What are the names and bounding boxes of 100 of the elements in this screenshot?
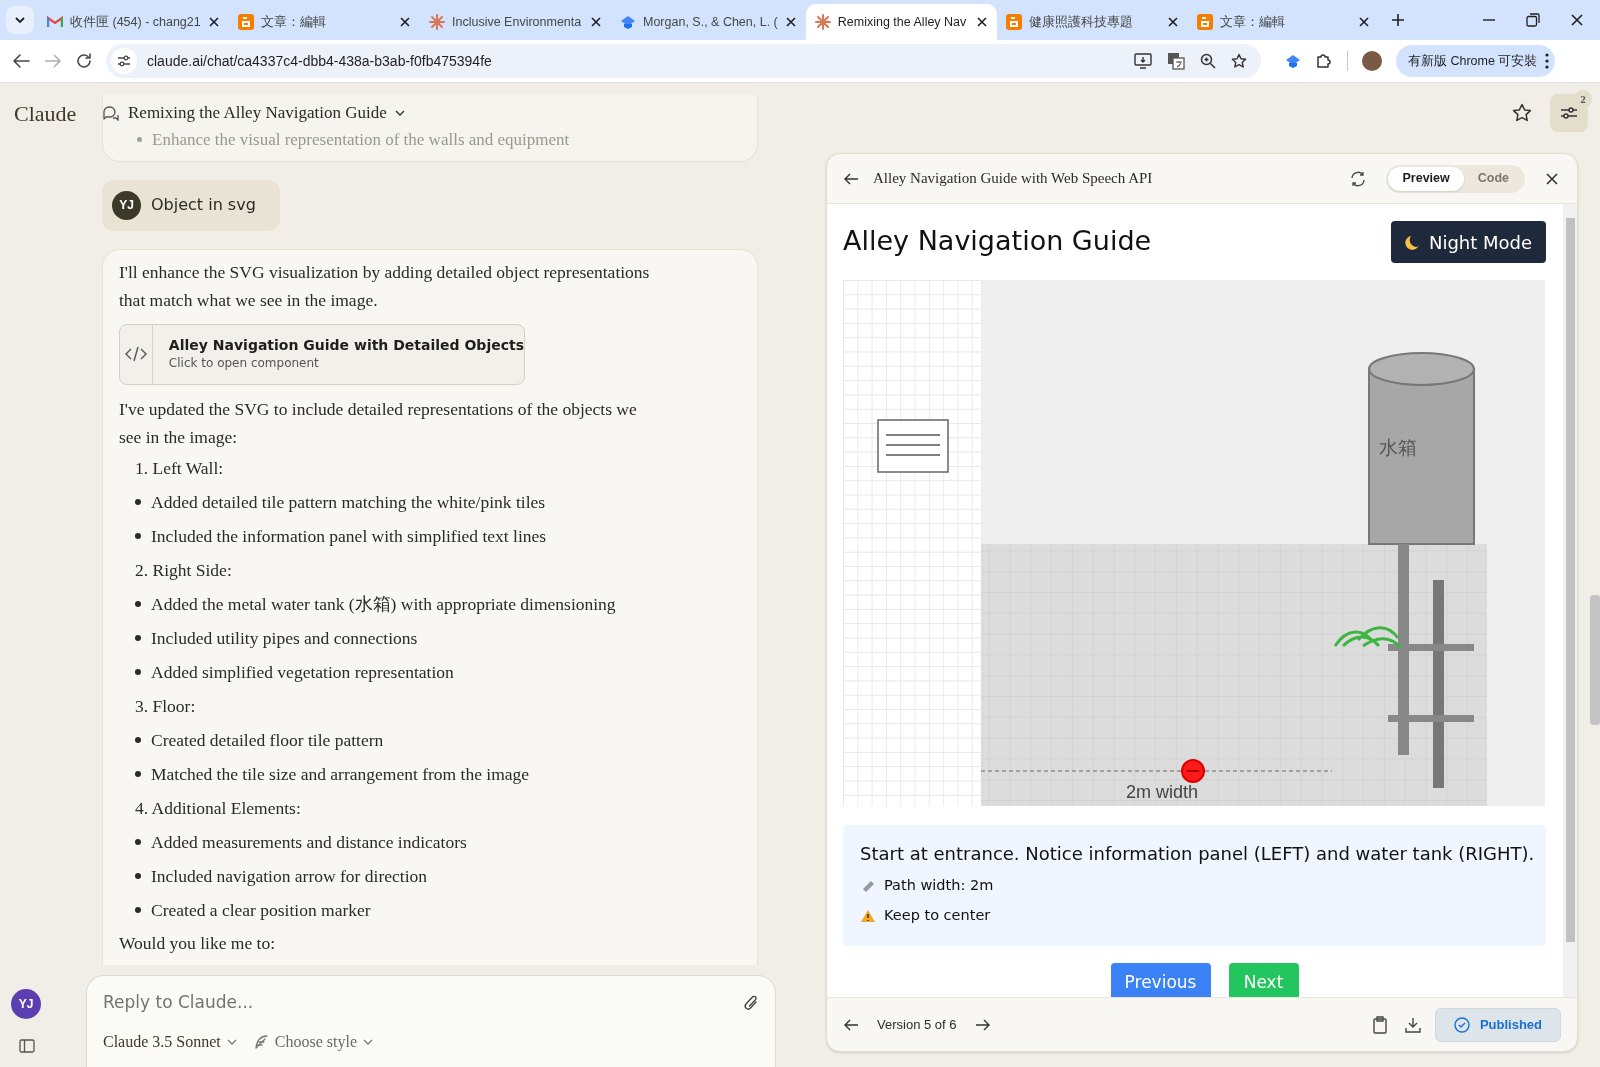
published-button[interactable]: Published: [1434, 1007, 1561, 1042]
list-item: Matched the tile size and arrangement from the image: [151, 762, 530, 786]
bullet-icon: [135, 838, 141, 845]
model-selector[interactable]: Claude 3.5 Sonnet: [103, 1029, 237, 1054]
paperclip-icon[interactable]: [743, 993, 759, 1012]
message-paragraph: I've updated the SVG to include detailed representations of the objects we see in the image:: [119, 397, 638, 449]
close-icon[interactable]: [975, 16, 988, 28]
list-item: 2. Right Side:: [135, 558, 232, 582]
bullet-icon: [135, 872, 141, 879]
refresh-icon[interactable]: [1350, 170, 1367, 187]
address-bar[interactable]: claude.ai/chat/ca4337c4-dbb4-438a-b3ab-f0fb475394fe: [106, 44, 1261, 78]
scrollbar[interactable]: [1563, 204, 1577, 997]
star-icon[interactable]: [1231, 53, 1247, 69]
translate-icon[interactable]: [1167, 52, 1185, 70]
back-icon[interactable]: [843, 171, 859, 186]
bullet-icon: [135, 906, 141, 913]
bullet-icon: [135, 736, 141, 743]
notification-badge: 2: [1574, 90, 1592, 108]
code-icon: [123, 345, 148, 363]
browser-tab[interactable]: 文章：編輯: [229, 4, 420, 40]
note-text: Path width: 2m: [884, 876, 994, 896]
list-item: 1. Left Wall:: [135, 456, 224, 480]
artifact-panel-title: Alley Navigation Guide with Web Speech API: [873, 169, 1154, 189]
bullet-icon: [135, 770, 141, 777]
bullet-icon: [135, 600, 141, 607]
tab-title: Remixing the Alley Nav: [837, 13, 968, 31]
view-tab[interactable]: Code: [1463, 166, 1523, 191]
list-item: Added measurements and distance indicators: [151, 830, 467, 854]
download-icon[interactable]: [1404, 1016, 1421, 1033]
user-avatar[interactable]: YJ: [11, 989, 41, 1019]
star-icon[interactable]: [1512, 103, 1532, 123]
view-tab[interactable]: Preview: [1388, 166, 1464, 191]
spark-icon: [814, 14, 831, 30]
close-icon[interactable]: [399, 16, 411, 28]
previous-button[interactable]: Previous: [1110, 963, 1211, 997]
close-icon[interactable]: [1357, 16, 1370, 28]
tab-title: 收件匣 (454) - chang21: [70, 13, 201, 31]
chevron-down-icon: [14, 16, 26, 24]
blog-icon: [238, 14, 254, 30]
bullet-icon: [137, 137, 142, 143]
message-text: Object in svg: [151, 194, 256, 216]
zoom-icon[interactable]: [1200, 53, 1216, 69]
artifact-card[interactable]: Alley Navigation Guide with Detailed Objects Click to open component: [119, 323, 525, 385]
version-label: Version 5 of 6: [877, 1015, 957, 1034]
browser-tab[interactable]: 文章：編輯: [1187, 4, 1379, 40]
feather-icon: [252, 1033, 269, 1050]
note-text: Keep to center: [884, 906, 991, 926]
clipboard-icon[interactable]: [1372, 1015, 1387, 1034]
list-item: Created a clear position marker: [151, 898, 371, 922]
list-item: Added detailed tile pattern matching the white/pink tiles: [151, 490, 546, 514]
browser-tab[interactable]: Remixing the Alley Nav: [805, 4, 997, 40]
close-icon[interactable]: [784, 16, 797, 28]
sidebar-icon[interactable]: [19, 1039, 35, 1053]
browser-tab[interactable]: 收件匣 (454) - chang21: [38, 4, 229, 40]
chevron-down-icon: [226, 1038, 237, 1045]
list-item: Included utility pipes and connections: [151, 626, 418, 650]
blog-icon: [1196, 14, 1213, 30]
plus-icon[interactable]: [1390, 13, 1405, 27]
night-mode-button[interactable]: Night Mode: [1391, 221, 1546, 263]
list-item: Added the metal water tank (水箱) with appropriate dimensioning: [151, 592, 616, 616]
tab-title: Inclusive Environmenta: [452, 13, 583, 31]
reply-field[interactable]: Reply to Claude... Claude 3.5 Sonnet Choose style: [86, 975, 776, 1067]
tune-icon: [117, 55, 131, 67]
close-icon[interactable]: [1545, 171, 1559, 186]
warning-icon: [860, 909, 876, 923]
chat-title-button[interactable]: Remixing the Alley Navigation Guide: [102, 100, 405, 126]
back-icon[interactable]: [12, 53, 30, 69]
instruction-text: Start at entrance. Notice information panel (LEFT) and water tank (RIGHT).: [860, 842, 1536, 866]
next-version-icon[interactable]: [974, 1017, 991, 1032]
artifact-title: Alley Navigation Guide with Detailed Objects: [168, 336, 524, 354]
app-logo[interactable]: Claude: [14, 96, 102, 130]
previous-version-icon[interactable]: [843, 1017, 859, 1032]
restore-icon[interactable]: [1526, 13, 1540, 27]
cap-icon: [620, 15, 636, 29]
more-icon: [1545, 53, 1550, 69]
site-info-button[interactable]: [111, 48, 137, 74]
style-selector[interactable]: Choose style: [252, 1029, 373, 1054]
chat-bubbles-icon: [102, 105, 120, 121]
sliders-icon: [1560, 106, 1578, 120]
cap-icon[interactable]: [1285, 54, 1301, 68]
close-icon[interactable]: [1570, 13, 1584, 27]
bullet-icon: [135, 668, 141, 675]
install-icon[interactable]: [1134, 53, 1152, 69]
close-icon[interactable]: [590, 16, 602, 28]
bullet-icon: [135, 634, 141, 641]
list-item: Included the information panel with simplified text lines: [151, 524, 547, 548]
update-chrome-button[interactable]: 有新版 Chrome 可安裝: [1396, 45, 1556, 77]
puzzle-icon[interactable]: [1315, 52, 1333, 70]
list-item: Enhance the visual representation of the walls and equipment: [152, 129, 570, 151]
reload-icon[interactable]: [76, 53, 92, 69]
tab-title: 文章：編輯: [261, 13, 327, 31]
browser-tab[interactable]: Inclusive Environmenta: [420, 4, 611, 40]
profile-avatar[interactable]: [1362, 51, 1382, 71]
mail-icon: [47, 16, 63, 28]
close-icon[interactable]: [1166, 16, 1179, 28]
tab-list-button[interactable]: [6, 6, 34, 34]
browser-tab[interactable]: 健康照護科技專題: [996, 4, 1188, 40]
close-icon[interactable]: [208, 16, 220, 28]
tab-title: 文章：編輯: [1219, 13, 1286, 31]
browser-tab[interactable]: Morgan, S., & Chen, L. (: [611, 4, 806, 40]
